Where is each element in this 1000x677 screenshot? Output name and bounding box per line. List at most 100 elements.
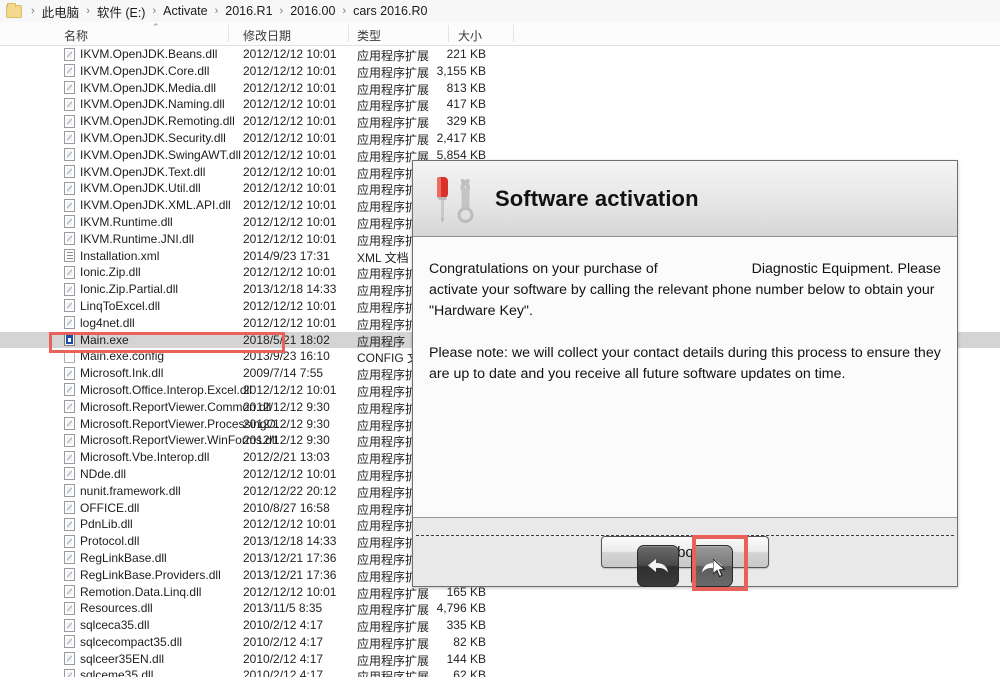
file-name-cell: sqlceme35.dll (64, 668, 153, 677)
file-name-label: Main.exe (80, 332, 129, 347)
column-header-type[interactable]: 类型 (357, 27, 381, 44)
file-name-label: Ionic.Zip.dll (80, 265, 141, 280)
dll-file-icon (64, 501, 75, 515)
table-row[interactable]: IKVM.OpenJDK.Media.dll 2012/12/12 10:01 应用… (0, 80, 1000, 97)
file-type-cell: CONFIG 文 (357, 351, 419, 366)
column-header-name[interactable]: 名称 (64, 27, 88, 44)
column-divider[interactable] (448, 25, 449, 42)
file-date-cell: 2012/12/12 9:30 (243, 433, 330, 448)
column-header-date[interactable]: 修改日期 (243, 27, 291, 44)
column-divider[interactable] (513, 25, 514, 42)
file-date-cell: 2012/12/12 9:30 (243, 416, 330, 431)
file-name-label: log4net.dll (80, 315, 135, 330)
dialog-title: Software activation (495, 185, 699, 211)
column-divider[interactable] (348, 25, 349, 42)
file-date-cell: 2012/12/12 9:30 (243, 399, 330, 414)
file-date-cell: 2012/12/12 10:01 (243, 114, 337, 129)
forward-button[interactable] (691, 545, 733, 587)
dll-file-icon (64, 64, 75, 78)
dll-file-icon (64, 47, 75, 61)
file-date-cell: 2012/12/12 10:01 (243, 298, 337, 313)
file-type-cell: 应用程序扩 (357, 267, 418, 282)
file-name-cell: Microsoft.Vbe.Interop.dll (64, 450, 209, 464)
table-row[interactable]: Resources.dll 2013/11/5 8:35 应用程序扩展 4,796 K… (0, 600, 1000, 617)
table-row[interactable]: sqlceer35EN.dll 2010/2/12 4:17 应用程序扩展 144 K… (0, 651, 1000, 668)
xml-file-icon (64, 249, 75, 263)
file-type-cell: 应用程序扩 (357, 552, 418, 567)
dll-file-icon (64, 568, 75, 582)
file-date-cell: 2013/12/18 14:33 (243, 282, 337, 297)
cfg-file-icon (64, 349, 75, 363)
dll-file-icon (64, 97, 75, 111)
file-date-cell: 2009/7/14 7:55 (243, 366, 324, 381)
file-date-cell: 2012/12/12 10:01 (243, 80, 337, 95)
file-date-cell: 2010/2/12 4:17 (243, 618, 324, 633)
file-name-label: Installation.xml (80, 248, 160, 263)
file-name-label: Remotion.Data.Linq.dll (80, 584, 202, 599)
file-date-cell: 2010/2/12 4:17 (243, 651, 324, 666)
file-date-cell: 2012/12/12 10:01 (243, 231, 337, 246)
breadcrumb-crumb-4[interactable]: 2016.00 (290, 4, 335, 18)
file-type-cell: 应用程序扩 (357, 452, 418, 467)
breadcrumb-crumb-3[interactable]: 2016.R1 (225, 4, 272, 18)
breadcrumb-crumb-5[interactable]: cars 2016.R0 (353, 4, 427, 18)
breadcrumb-crumb-1[interactable]: 软件 (E:) (97, 2, 146, 21)
file-type-cell: 应用程序扩 (357, 536, 418, 551)
file-name-label: sqlcecompact35.dll (80, 634, 183, 649)
file-name-label: sqlceer35EN.dll (80, 651, 165, 666)
file-type-cell: XML 文档 (357, 250, 409, 265)
file-name-label: IKVM.OpenJDK.Remoting.dll (80, 114, 235, 129)
file-name-label: Microsoft.Ink.dll (80, 366, 164, 381)
file-type-cell: 应用程序扩 (357, 485, 418, 500)
software-activation-dialog[interactable]: Software activation Congratulations on y… (412, 160, 958, 591)
file-date-cell: 2012/12/12 10:01 (243, 315, 337, 330)
file-name-cell: nunit.framework.dll (64, 484, 181, 498)
column-header-size[interactable]: 大小 (458, 27, 482, 44)
table-row[interactable]: sqlceme35.dll2010/2/12 4:17应用程序扩展62 KB (0, 667, 1000, 677)
breadcrumb-separator: › (342, 5, 347, 17)
file-name-label: IKVM.OpenJDK.SwingAWT.dll (80, 147, 241, 162)
file-name-label: nunit.framework.dll (80, 483, 181, 498)
file-name-cell: IKVM.Runtime.JNI.dll (64, 232, 194, 246)
file-name-label: IKVM.OpenJDK.XML.API.dll (80, 198, 231, 213)
file-date-cell: 2014/9/23 17:31 (243, 248, 330, 263)
table-row[interactable]: IKVM.OpenJDK.Naming.dll 2012/12/12 10:01 应… (0, 96, 1000, 113)
file-date-cell: 2013/11/5 8:35 (243, 601, 323, 616)
column-divider[interactable] (228, 25, 229, 42)
dll-file-icon (64, 668, 75, 677)
table-row[interactable]: sqlcecompact35.dll 2010/2/12 4:17 应用程序扩展 82… (0, 634, 1000, 651)
file-name-label: PdnLib.dll (80, 517, 133, 532)
file-size-cell: 813 KB (446, 80, 486, 95)
table-row[interactable]: IKVM.OpenJDK.Core.dll 2012/12/12 10:01 应用程… (0, 63, 1000, 80)
breadcrumb-crumb-2[interactable]: Activate (163, 4, 207, 18)
back-button[interactable] (637, 545, 679, 587)
dll-file-icon (64, 585, 75, 598)
breadcrumb-crumb-0[interactable]: 此电脑 (42, 2, 80, 21)
file-size-cell: 62 KB (453, 668, 486, 677)
file-name-cell: Main.exe (64, 333, 129, 347)
file-name-cell: Ionic.Zip.Partial.dll (64, 282, 178, 296)
dll-file-icon (64, 198, 75, 212)
table-row[interactable]: IKVM.OpenJDK.Beans.dll 2012/12/12 10:01 应用… (0, 46, 1000, 63)
table-row[interactable]: sqlceca35.dll 2010/2/12 4:17 应用程序扩展 335 KB (0, 617, 1000, 634)
table-row[interactable]: IKVM.OpenJDK.Remoting.dll 2012/12/12 10:0… (0, 113, 1000, 130)
file-name-cell: Microsoft.ReportViewer.Common.dll (64, 400, 271, 414)
exe-file-icon (64, 333, 75, 347)
table-row[interactable]: IKVM.OpenJDK.Security.dll 2012/12/12 10:0… (0, 130, 1000, 147)
file-name-label: IKVM.OpenJDK.Media.dll (80, 80, 217, 95)
file-type-cell: 应用程序扩 (357, 384, 418, 399)
file-name-cell: IKVM.Runtime.dll (64, 215, 173, 229)
file-name-cell: log4net.dll (64, 316, 135, 330)
dll-file-icon (64, 299, 75, 313)
file-name-cell: IKVM.OpenJDK.Beans.dll (64, 47, 217, 61)
breadcrumb[interactable]: › 此电脑 › 软件 (E:) › Activate › 2016.R1 › 2016.00 › ca… (0, 0, 1000, 22)
file-name-cell: OFFICE.dll (64, 501, 139, 515)
file-date-cell: 2012/12/12 10:01 (243, 382, 337, 397)
file-name-cell: PdnLib.dll (64, 517, 133, 531)
dll-file-icon (64, 232, 75, 246)
file-name-label: Ionic.Zip.Partial.dll (80, 282, 179, 297)
file-name-label: RegLinkBase.dll (80, 550, 167, 565)
file-name-label: Resources.dll (80, 601, 153, 616)
file-name-cell: IKVM.OpenJDK.Text.dll (64, 165, 205, 179)
sort-ascending-caret-icon: ⌃ (152, 22, 160, 32)
